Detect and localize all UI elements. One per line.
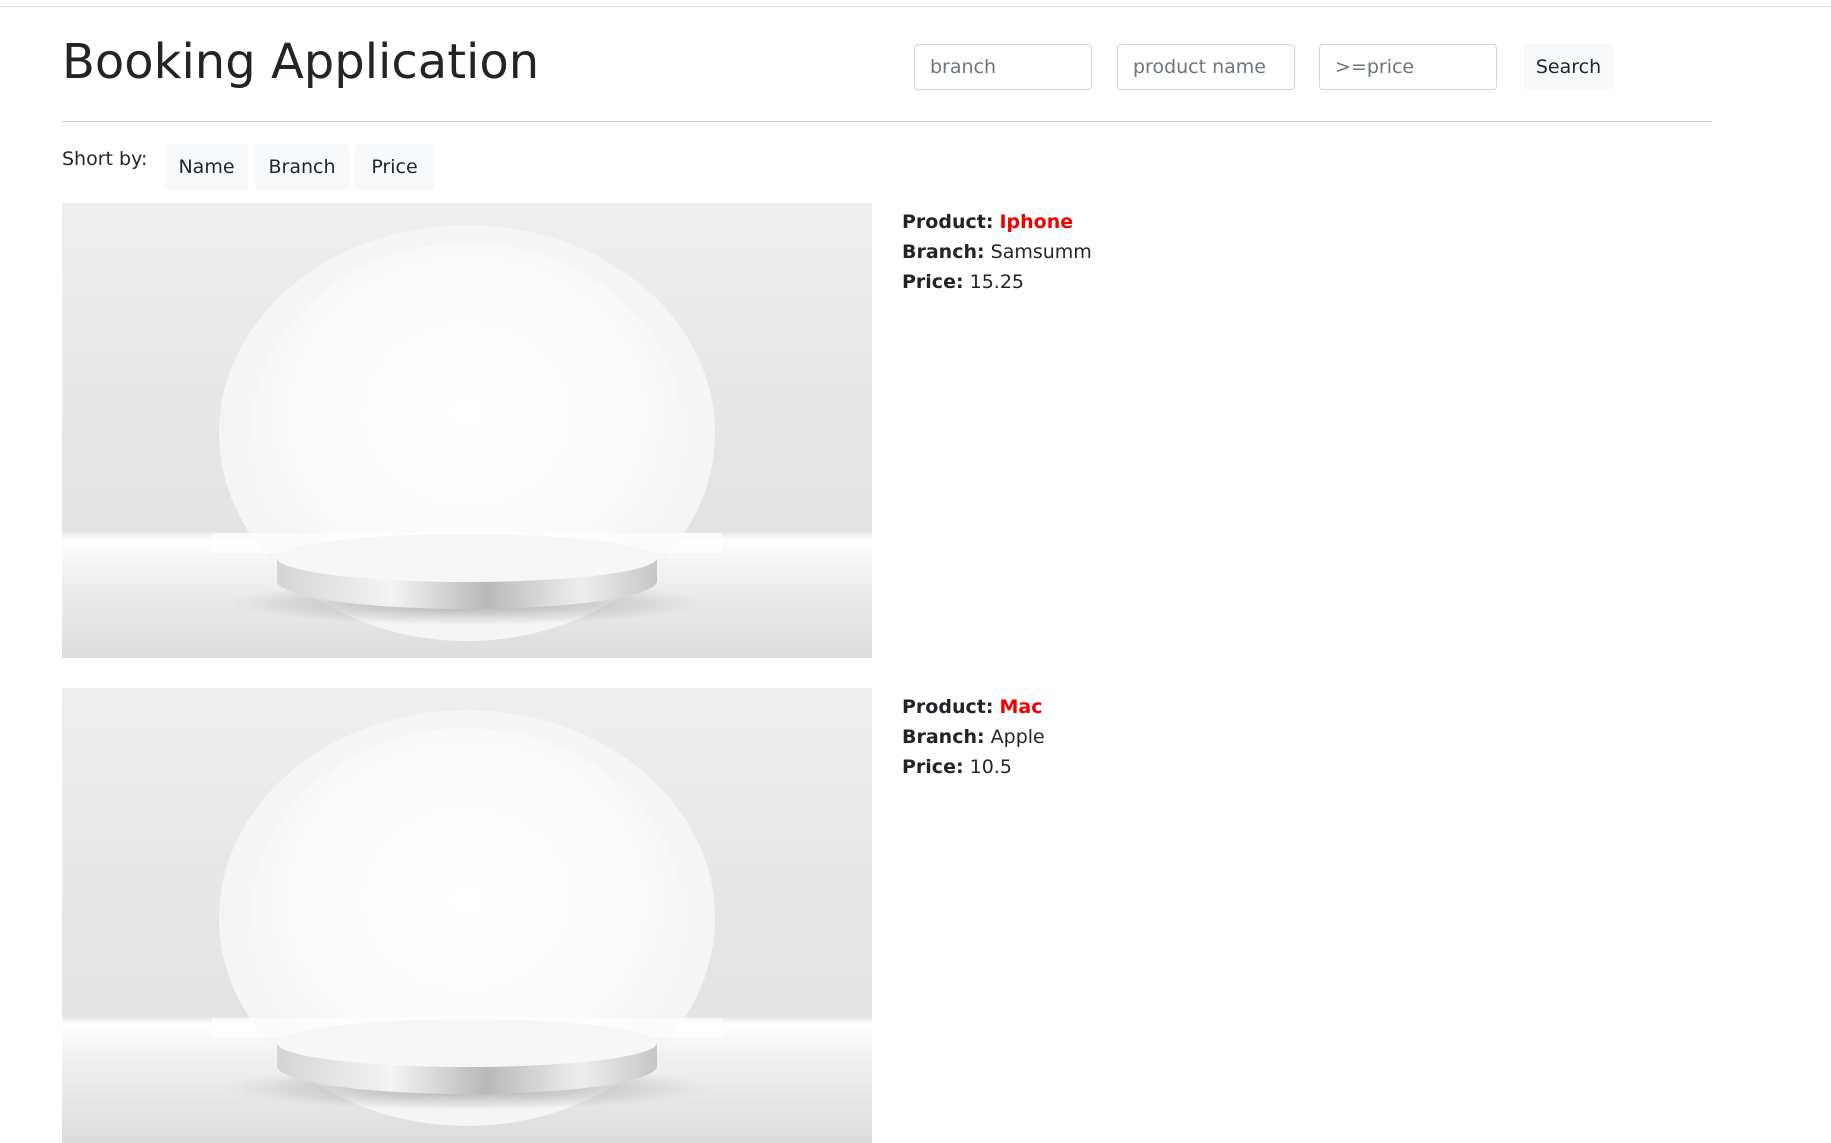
branch-value: Samsumm [990, 241, 1092, 263]
product-card: Product: Iphone Branch: Samsumm Price: 1… [62, 203, 1712, 658]
product-key: Product: [902, 696, 994, 718]
page-header: Booking Application Search [62, 28, 1712, 122]
product-name: Iphone [999, 211, 1074, 233]
sort-label: Short by: [62, 148, 148, 170]
product-line: Product: Mac [902, 692, 1045, 722]
product-info: Product: Mac Branch: Apple Price: 10.5 [902, 692, 1045, 782]
branch-line: Branch: Samsumm [902, 237, 1092, 267]
branch-line: Branch: Apple [902, 722, 1045, 752]
sort-by-branch-button[interactable]: Branch [255, 144, 349, 190]
price-key: Price: [902, 756, 964, 778]
product-image [62, 203, 872, 658]
sort-by-price-button[interactable]: Price [355, 144, 434, 190]
price-value: 15.25 [969, 271, 1025, 293]
sort-by-name-button[interactable]: Name [165, 144, 248, 190]
product-line: Product: Iphone [902, 207, 1092, 237]
min-price-search-input[interactable] [1319, 44, 1497, 90]
branch-value: Apple [990, 726, 1045, 748]
product-name-search-input[interactable] [1117, 44, 1295, 90]
price-key: Price: [902, 271, 964, 293]
product-image [62, 688, 872, 1143]
price-value: 10.5 [969, 756, 1012, 778]
branch-search-input[interactable] [914, 44, 1092, 90]
price-line: Price: 10.5 [902, 752, 1045, 782]
branch-key: Branch: [902, 726, 985, 748]
product-card: Product: Mac Branch: Apple Price: 10.5 [62, 688, 1712, 1143]
price-line: Price: 15.25 [902, 267, 1092, 297]
search-button[interactable]: Search [1524, 44, 1613, 90]
product-key: Product: [902, 211, 994, 233]
top-divider [0, 6, 1831, 7]
page-title: Booking Application [62, 34, 540, 90]
branch-key: Branch: [902, 241, 985, 263]
product-name: Mac [999, 696, 1043, 718]
product-info: Product: Iphone Branch: Samsumm Price: 1… [902, 207, 1092, 297]
